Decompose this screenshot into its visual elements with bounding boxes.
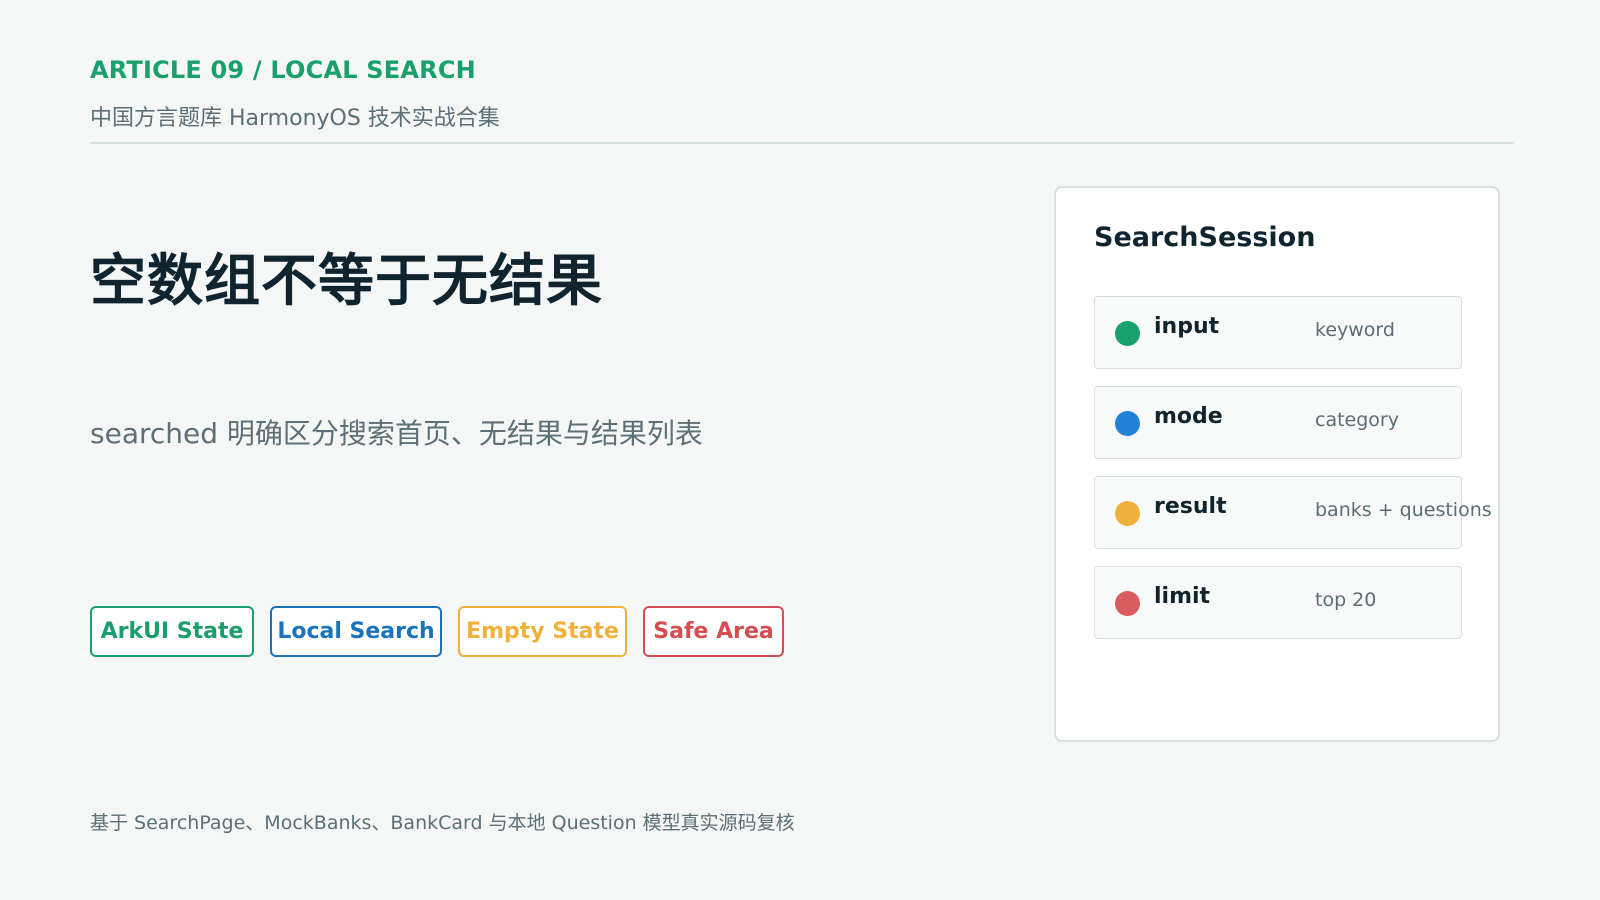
source-footer: 基于 SearchPage、MockBanks、BankCard 与本地 Que… [90, 812, 795, 834]
row-key: limit [1154, 584, 1211, 609]
page-title: 空数组不等于无结果 [90, 248, 603, 314]
tag-safe-area[interactable]: Safe Area [643, 606, 784, 657]
session-row-result: result banks + questions [1094, 476, 1492, 549]
blue-status-dot [1115, 411, 1140, 436]
red-status-dot [1115, 591, 1140, 616]
row-key: mode [1154, 404, 1223, 429]
article-kicker: ARTICLE 09 / LOCAL SEARCH [90, 56, 476, 84]
session-row-limit: limit top 20 [1094, 566, 1462, 639]
row-value: category [1315, 409, 1399, 431]
tag-list: ArkUI State Local Search Empty State Saf… [90, 606, 784, 657]
session-field-list: input keyword mode category result banks… [1094, 296, 1492, 656]
row-key: result [1154, 494, 1227, 519]
row-value: keyword [1315, 319, 1395, 341]
amber-status-dot [1115, 501, 1140, 526]
session-row-input: input keyword [1094, 296, 1462, 369]
header-divider [90, 142, 1514, 144]
tag-empty-state[interactable]: Empty State [458, 606, 627, 657]
row-key: input [1154, 314, 1220, 339]
series-subtitle: 中国方言题库 HarmonyOS 技术实战合集 [90, 106, 500, 131]
session-row-mode: mode category [1094, 386, 1462, 459]
row-value: banks + questions [1315, 499, 1492, 521]
tag-arkui-state[interactable]: ArkUI State [90, 606, 254, 657]
green-status-dot [1115, 321, 1140, 346]
tag-local-search[interactable]: Local Search [270, 606, 442, 657]
lead-text: searched 明确区分搜索首页、无结果与结果列表 [90, 417, 703, 450]
row-value: top 20 [1315, 589, 1377, 611]
card-title: SearchSession [1094, 222, 1316, 253]
search-session-card: SearchSession input keyword mode categor… [1054, 186, 1500, 742]
